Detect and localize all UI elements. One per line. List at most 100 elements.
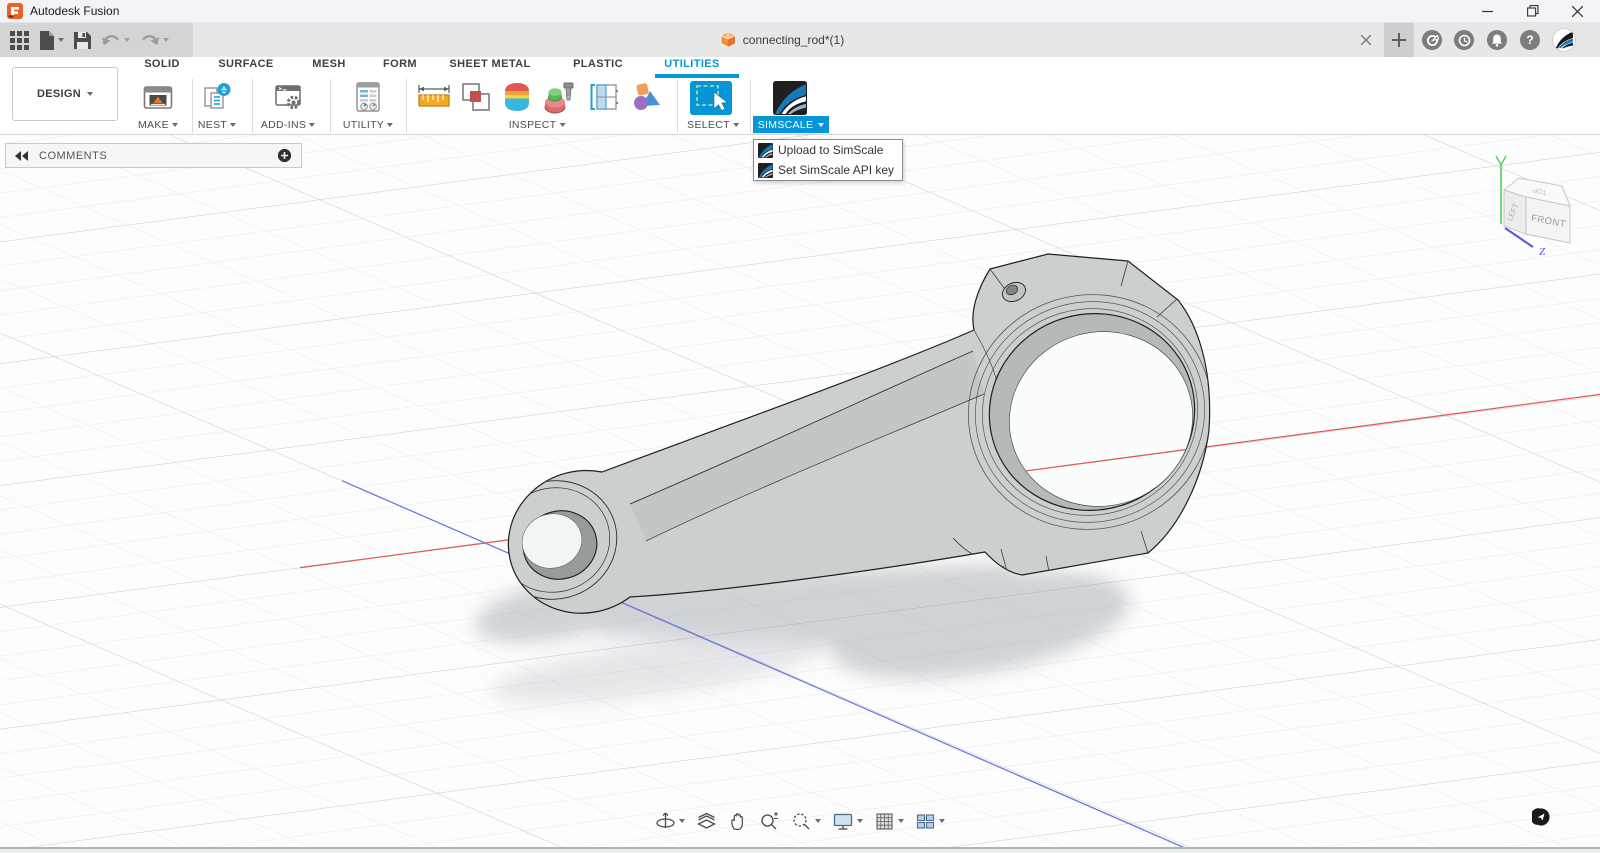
job-history-button[interactable] [1454,30,1474,50]
grid-icon [874,811,895,832]
utility-label-dropdown[interactable]: UTILITY [343,119,393,131]
quick-access-toolbar [0,23,193,57]
menu-item-upload-to-simscale[interactable]: Upload to SimScale [754,140,902,160]
add-ins-label-dropdown[interactable]: ADD-INS [261,119,315,131]
save-button[interactable] [72,27,93,53]
tab-sheet-metal[interactable]: SHEET METAL [449,58,530,75]
simscale-tool-button[interactable] [772,81,808,120]
active-tab-underline [655,74,739,78]
app-launcher-button[interactable] [8,27,31,53]
file-menu-caret [58,38,64,42]
make-button[interactable] [142,81,174,118]
document-tab-close-button[interactable] [1356,30,1376,50]
panel-separator [677,79,678,133]
section-analysis-button[interactable] [588,81,620,118]
menu-item-set-simscale-api-key[interactable]: Set SimScale API key [754,160,902,180]
inspect-label-dropdown[interactable]: INSPECT [509,119,566,131]
panel-separator [330,79,331,133]
fusion-app-icon [7,3,23,19]
pan-hand-icon [728,811,748,832]
section-analysis-icon [588,81,620,113]
file-icon [39,31,55,50]
utility-button[interactable] [353,81,383,118]
panel-separator [406,79,407,133]
component-color-cycling-button[interactable] [630,81,664,120]
document-tab[interactable]: connecting_rod*(1) [193,23,1371,57]
new-tab-button[interactable] [1384,23,1414,57]
extensions-button[interactable] [1422,30,1442,50]
simscale-logo-icon [758,143,773,158]
window-bottom-edge [0,847,1600,853]
grid-and-snaps-button[interactable] [871,809,907,834]
make-label-dropdown[interactable]: MAKE [138,119,178,131]
restore-button[interactable] [1510,0,1555,22]
curvature-map-icon [501,81,533,113]
tab-form[interactable]: FORM [383,58,417,75]
help-glyph: ? [1526,33,1533,47]
look-at-button[interactable] [693,809,720,834]
orbit-button[interactable] [652,809,688,834]
curvature-analysis-button[interactable] [501,81,533,118]
orbit-icon [655,811,676,832]
redo-icon [140,32,160,48]
window-title: Autodesk Fusion [30,4,119,18]
nest-button[interactable] [201,81,233,118]
tab-solid[interactable]: SOLID [144,58,180,75]
measure-button[interactable] [417,81,451,118]
help-button[interactable]: ? [1520,30,1540,50]
fit-view-icon [791,811,812,832]
viewcube-z-label: Z [1539,246,1546,258]
extensions-icon [1426,34,1439,47]
tab-mesh[interactable]: MESH [312,58,345,75]
fastener-check-icon [543,81,577,115]
clock-icon [1458,34,1471,47]
document-tab-label: connecting_rod*(1) [743,33,844,47]
pan-button[interactable] [725,809,751,834]
zoom-button[interactable] [756,809,783,834]
simscale-logo-icon [758,163,773,178]
undo-button[interactable] [99,27,132,53]
top-bar: connecting_rod*(1) ? [0,23,1600,57]
workspace-selector[interactable]: DESIGN [12,67,118,121]
validate-button[interactable] [543,81,577,120]
viewports-icon [915,811,936,832]
add-comment-icon[interactable] [277,148,292,163]
simscale-avatar-logo [1553,29,1575,51]
zoom-icon [759,811,780,832]
viewport-3d[interactable]: FRONT LEFT TOP Z COMMENTS Upload to SimS… [0,135,1600,847]
tab-surface[interactable]: SURFACE [218,58,273,75]
select-label-dropdown[interactable]: SELECT [687,119,739,131]
nest-label-dropdown[interactable]: NEST [198,119,236,131]
3d-printer-icon [142,81,174,113]
comments-label: COMMENTS [39,150,267,162]
panel-separator [252,79,253,133]
add-ins-button[interactable] [272,81,304,118]
plus-icon [1392,33,1406,47]
fit-button[interactable] [788,809,824,834]
minimize-button[interactable] [1465,0,1510,22]
select-button[interactable] [690,81,732,120]
simscale-logo-icon [772,81,808,115]
job-status-button[interactable] [1532,808,1550,826]
redo-button[interactable] [138,27,171,53]
simscale-label-dropdown[interactable]: SIMSCALE [753,116,829,133]
tab-plastic[interactable]: PLASTIC [573,58,623,75]
look-at-icon [696,811,717,832]
grid-menu-icon [10,31,29,50]
notifications-button[interactable] [1487,30,1507,50]
viewports-button[interactable] [912,809,948,834]
panel-separator [192,79,193,133]
collapse-left-icon[interactable] [15,151,29,161]
close-button[interactable] [1555,0,1600,22]
nest-icon [201,81,233,113]
user-avatar[interactable] [1552,28,1576,52]
select-icon [690,81,732,115]
bell-icon [1491,34,1503,47]
interference-icon [460,81,492,113]
display-settings-button[interactable] [829,809,866,834]
comments-panel[interactable]: COMMENTS [5,143,302,168]
tab-utilities[interactable]: UTILITIES [664,58,720,75]
interference-button[interactable] [460,81,492,118]
save-icon [74,32,91,49]
file-menu-button[interactable] [37,27,66,53]
